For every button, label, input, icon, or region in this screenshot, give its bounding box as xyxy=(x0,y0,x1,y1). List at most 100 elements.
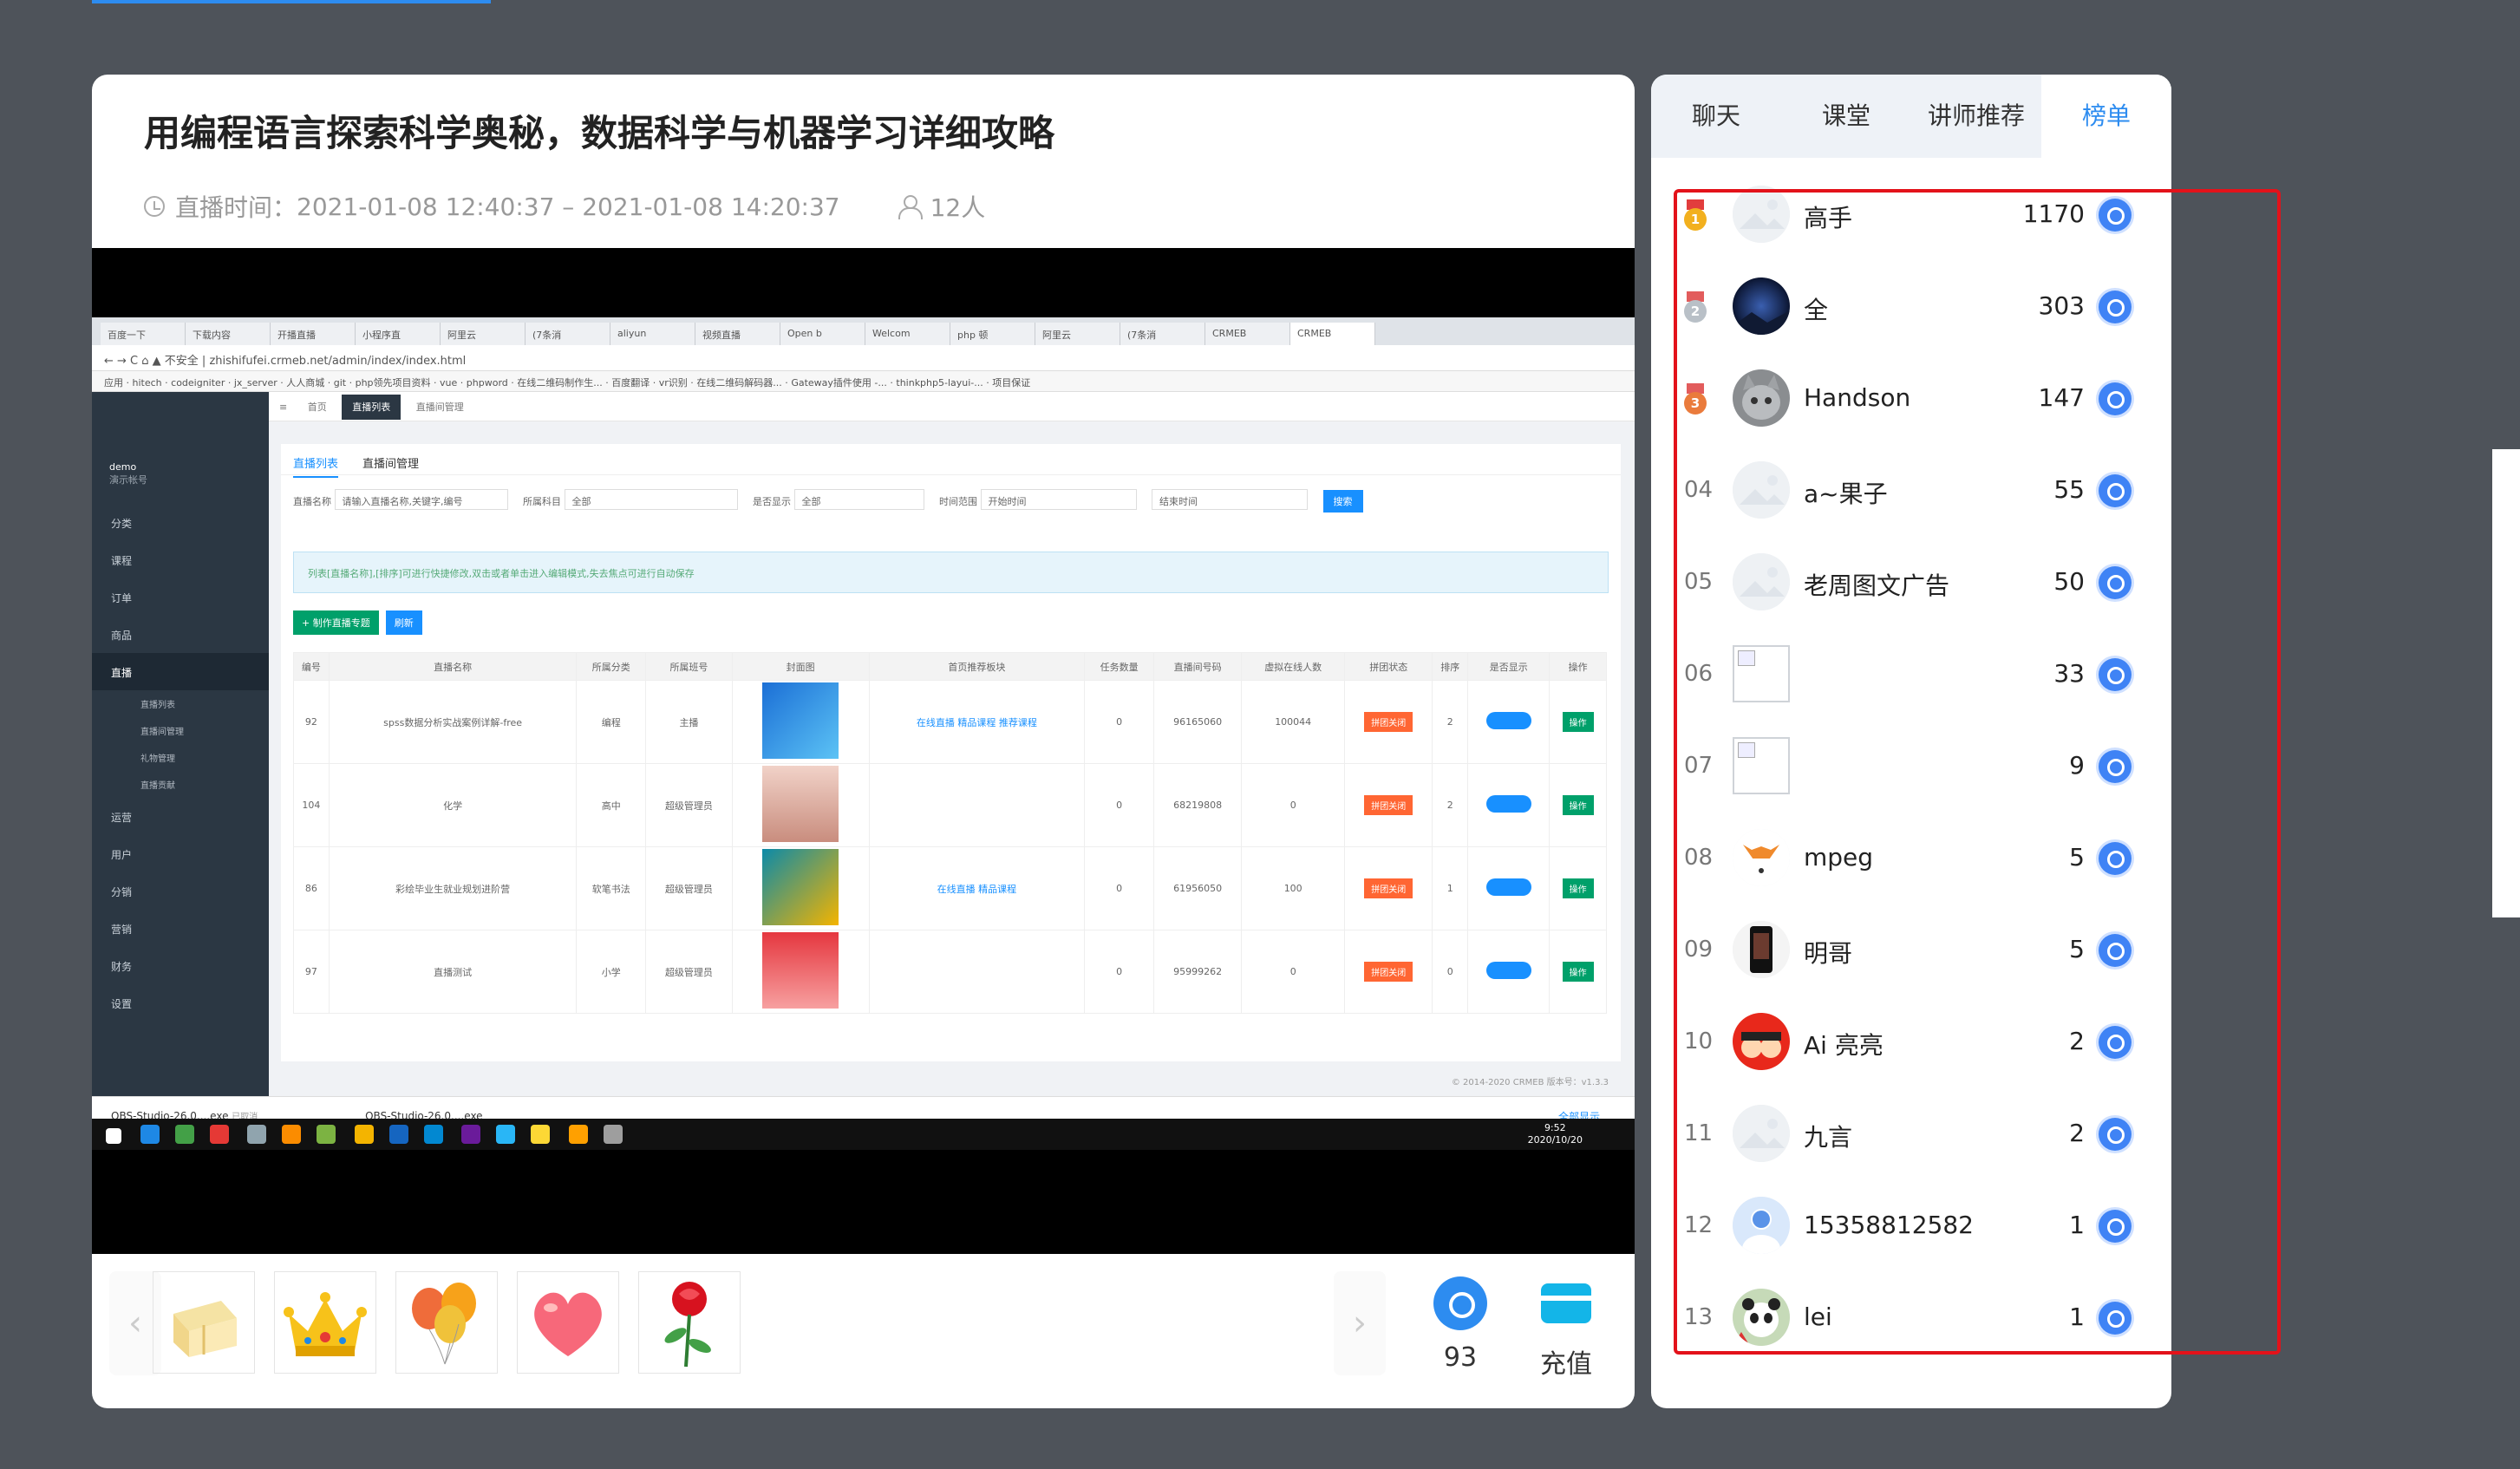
table-row: 86 彩绘毕业生就业规划进阶营 软笔书法 超级管理员 在线直播 精品课程 0 619560… xyxy=(293,846,1607,930)
coin-count: 93 xyxy=(1443,1342,1478,1373)
browser-tab: (7条消 xyxy=(1120,323,1205,345)
admin-footer: © 2014-2020 CRMEB 版本号：v1.3.3 xyxy=(1451,1078,1609,1087)
live-meta: 直播时间： 2021-01-08 12:40:37 – 2021-01-08 1… xyxy=(144,189,985,224)
bookmark: Gateway插件使用 -... xyxy=(791,377,887,388)
balloons-item[interactable] xyxy=(395,1271,498,1374)
admin-menu-item: 营销 xyxy=(111,924,133,936)
admin-user: demo 演示帐号 xyxy=(109,461,147,486)
admin-menu-item: 分类 xyxy=(111,518,133,530)
rose-item[interactable] xyxy=(638,1271,741,1374)
crown-item[interactable] xyxy=(274,1271,376,1374)
bookmark: 在线二维码解码器... xyxy=(696,377,782,388)
admin-panel: 直播列表 直播间管理 直播名称 请输入直播名称,关键字,编号 所属科目 全部 是否… xyxy=(281,444,1621,1087)
top-progress-line xyxy=(92,0,491,3)
browser-tab: (7条消 xyxy=(526,323,610,345)
bookmark: phpword xyxy=(466,377,508,388)
person-icon xyxy=(898,195,923,219)
heart-item[interactable] xyxy=(517,1271,619,1374)
admin-menu-item: 商品 xyxy=(111,630,133,642)
taskbar-clock: 9:52 2020/10/20 xyxy=(1527,1122,1583,1146)
admin-menu-item: 运营 xyxy=(111,812,133,824)
tab-chat[interactable]: 聊天 xyxy=(1651,75,1781,158)
browser-tab: Open b xyxy=(780,323,865,345)
bookmark: vue xyxy=(440,377,458,388)
balloons-icon xyxy=(412,1283,476,1365)
admin-menu-item: 用户 xyxy=(111,849,133,861)
browser-tab: 阿里云 xyxy=(1035,323,1120,345)
time-label: 直播时间： xyxy=(175,193,297,222)
ops-row: + 制作直播专题 刷新 xyxy=(281,593,1621,652)
bookmark: hitech xyxy=(132,377,162,388)
browser-tab-strip: 百度一下 下载内容 开播直播 小程序直 阿里云 (7条消 aliyun 视频直播… xyxy=(92,317,1635,345)
admin-menu-item: 课程 xyxy=(111,555,133,567)
partial-panel-edge xyxy=(2492,449,2520,917)
browser-tab: 开播直播 xyxy=(271,323,356,345)
video-player[interactable]: 百度一下 下载内容 开播直播 小程序直 阿里云 (7条消 aliyun 视频直播… xyxy=(92,248,1635,1254)
side-tabs: 聊天 课堂 讲师推荐 榜单 xyxy=(1651,75,2171,158)
address-bar: ← → C ⌂ ▲ 不安全 | zhishifufei.crmeb.net/ad… xyxy=(92,345,1635,371)
browser-tab: 阿里云 xyxy=(441,323,526,345)
admin-menu-item: 订单 xyxy=(111,592,133,604)
tab-classroom[interactable]: 课堂 xyxy=(1781,75,1911,158)
coin-balance: 93 xyxy=(1421,1276,1499,1373)
browser-tab: 视频直播 xyxy=(695,323,780,345)
bookmark: 项目保证 xyxy=(992,377,1031,388)
crown-icon xyxy=(284,1292,367,1356)
bookmark: 百度翻译 xyxy=(611,377,650,388)
browser-tab: php 顿 xyxy=(950,323,1035,345)
gift-next-button[interactable]: › xyxy=(1334,1271,1386,1375)
admin-sidebar: demo 演示帐号 分类 课程 订单 商品 直播 直播列表 直播间管理 礼物管理 … xyxy=(92,392,269,1096)
insecure-label: 不安全 xyxy=(164,355,199,368)
notice-bar: 列表[直播名称],[排序]可进行快捷修改,双击或者单击进入编辑模式,失去焦点可进… xyxy=(293,552,1609,593)
windows-taskbar: 9:52 2020/10/20 xyxy=(92,1119,1635,1150)
bookmark: php领先项目资料 xyxy=(355,377,431,388)
gift-bar: ‹ › 93 充值 xyxy=(92,1254,1635,1408)
tab-teacher-recommend[interactable]: 讲师推荐 xyxy=(1911,75,2041,158)
highlight-box xyxy=(1674,189,2281,1355)
viewer-count: 12人 xyxy=(930,193,986,222)
bookmark: codeigniter xyxy=(171,377,225,388)
admin-submenu-item: 直播间管理 xyxy=(140,728,184,737)
bookmark: vr识别 xyxy=(658,377,688,388)
bookmark: git xyxy=(333,377,347,388)
browser-tab: CRMEB xyxy=(1205,323,1290,345)
recharge-button[interactable]: 充值 xyxy=(1527,1276,1605,1381)
admin-menu-item: 分销 xyxy=(111,886,133,898)
tab-leaderboard[interactable]: 榜单 xyxy=(2041,75,2171,158)
recharge-label: 充值 xyxy=(1540,1349,1592,1380)
bookmark: 在线二维码制作生... xyxy=(517,377,603,388)
gift-box-item[interactable] xyxy=(153,1271,255,1374)
admin-submenu-item: 直播贡献 xyxy=(140,781,175,791)
time-range: 2021-01-08 12:40:37 – 2021-01-08 14:20:3… xyxy=(297,192,840,221)
admin-menu-item: 设置 xyxy=(111,998,133,1010)
rose-icon xyxy=(664,1282,711,1368)
browser-tab: aliyun xyxy=(610,323,695,345)
filter-row: 直播名称 请输入直播名称,关键字,编号 所属科目 全部 是否显示 全部 时间范围… xyxy=(281,475,1621,527)
table-row: 92 spss数据分析实战案例详解-free 编程 主播 在线直播 精品课程 推荐课程… xyxy=(293,680,1607,764)
gift-box-icon xyxy=(173,1301,237,1357)
url-text: zhishifufei.crmeb.net/admin/index/index.… xyxy=(209,355,467,368)
browser-tab: 小程序直 xyxy=(356,323,441,345)
browser-tab: CRMEB xyxy=(1290,323,1375,345)
live-table: 编号 直播名称 所属分类 所属班号 封面图 首页推荐板块 任务数量 直播间号码 虚拟在线人数 拼团… xyxy=(293,652,1607,1014)
admin-submenu-item: 直播列表 xyxy=(140,701,175,710)
live-main-panel: 用编程语言探索科学奥秘，数据科学与机器学习详细攻略 直播时间： 2021-01-… xyxy=(92,75,1635,1408)
admin-menu-item: 直播 xyxy=(92,653,269,690)
admin-top-tabs: ≡ 首页 直播列表 直播间管理 xyxy=(269,392,1635,421)
bookmark: jx_server xyxy=(233,377,277,388)
coin-icon xyxy=(1433,1276,1487,1330)
table-row: 97 直播测试 小学 超级管理员 0 95999262 0 拼团关闭 0 操作 xyxy=(293,930,1607,1014)
shared-screen: 百度一下 下载内容 开播直播 小程序直 阿里云 (7条消 aliyun 视频直播… xyxy=(92,317,1635,1150)
browser-tab: Welcom xyxy=(865,323,950,345)
admin-submenu-item: 礼物管理 xyxy=(140,754,175,764)
card-icon xyxy=(1541,1283,1591,1323)
heart-icon xyxy=(534,1292,602,1356)
table-row: 104 化学 高中 超级管理员 0 68219808 0 拼团关闭 2 操作 xyxy=(293,763,1607,847)
panel-tabs: 直播列表 直播间管理 xyxy=(281,444,1621,478)
bookmark: 人人商城 xyxy=(286,377,325,388)
bookmark: 应用 xyxy=(104,377,123,388)
page-title: 用编程语言探索科学奥秘，数据科学与机器学习详细攻略 xyxy=(144,112,1055,154)
bookmark: thinkphp5-layui-... xyxy=(896,377,983,388)
clock-icon xyxy=(144,196,165,217)
browser-tab: 百度一下 xyxy=(101,323,186,345)
